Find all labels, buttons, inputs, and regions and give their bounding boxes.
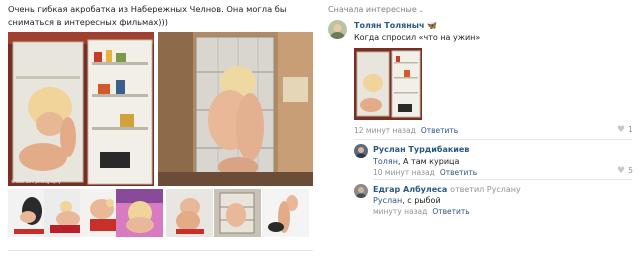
mention-link[interactable]: Руслан	[373, 196, 402, 205]
comment-time[interactable]: 10 минут назад	[373, 168, 435, 177]
comment-author[interactable]: Едгар Албулеса ответил Руслану	[373, 185, 521, 194]
thumbnail-4[interactable]	[116, 189, 163, 237]
heart-icon: ♥	[617, 166, 626, 176]
heart-icon: ♥	[617, 125, 626, 135]
post-photo-2[interactable]	[158, 32, 313, 186]
butterfly-icon: 🦋	[427, 21, 438, 30]
replied-to-label: ответил Руслану	[450, 185, 521, 194]
reply-link[interactable]: Ответить	[421, 126, 458, 135]
thumbnail-5[interactable]	[166, 189, 213, 237]
avatar[interactable]	[354, 144, 368, 158]
comment-meta: 12 минут назад Ответить	[354, 126, 458, 135]
comment-divider	[354, 139, 632, 140]
avatar[interactable]	[328, 20, 347, 39]
like-count: 5	[628, 166, 633, 175]
reply-link[interactable]: Ответить	[440, 168, 477, 177]
comment-author[interactable]: Толян Толяныч 🦋	[354, 21, 437, 30]
comment-meta: минуту назад Ответить	[373, 207, 470, 216]
like-button[interactable]: ♥ 1	[617, 125, 633, 135]
post-text: Очень гибкая акробатка из Набережных Чел…	[8, 4, 287, 27]
post-photo-1[interactable]: © Lexi Sch. photography	[8, 32, 154, 186]
comment-time[interactable]: 12 минут назад	[354, 126, 416, 135]
post-divider	[8, 250, 313, 251]
comment-text: Руслан, с рыбой	[373, 196, 441, 205]
comment-photo[interactable]	[354, 48, 422, 120]
thumbnail-7[interactable]	[262, 189, 309, 237]
comment-author[interactable]: Руслан Турдибакиев	[373, 145, 469, 154]
comment-divider	[373, 179, 632, 180]
comments-sort-label: Сначала интересные	[328, 5, 417, 14]
comment-text: Когда спросил «что на ужин»	[354, 33, 481, 42]
comment-time[interactable]: минуту назад	[373, 207, 427, 216]
post: Очень гибкая акробатка из Набережных Чел…	[0, 0, 320, 258]
mention-link[interactable]: Толян	[373, 157, 398, 166]
comment-meta: 10 минут назад Ответить	[373, 168, 477, 177]
comments-section: Сначала интересные ⌄ Толян Толяныч 🦋 Когд…	[320, 0, 640, 258]
comments-sort-dropdown[interactable]: Сначала интересные ⌄	[328, 5, 424, 14]
avatar[interactable]	[354, 184, 368, 198]
thumbnail-6[interactable]	[214, 189, 261, 237]
like-count: 1	[628, 125, 633, 134]
comment-text: Толян, А там курица	[373, 157, 460, 166]
reply-link[interactable]: Ответить	[432, 207, 469, 216]
photo-watermark: © Lexi Sch. photography	[11, 179, 61, 184]
chevron-down-icon: ⌄	[418, 7, 424, 14]
like-button[interactable]: ♥ 5	[617, 166, 633, 176]
